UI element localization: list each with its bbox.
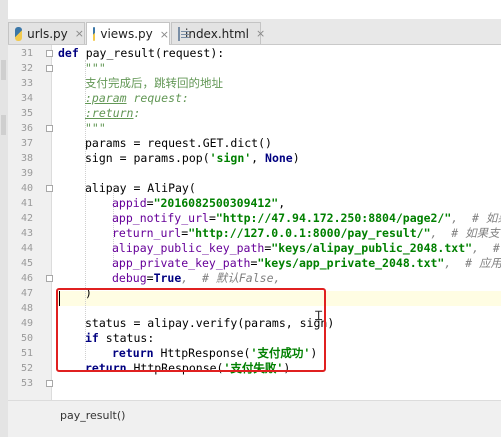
code-line: :param request:: [85, 91, 189, 105]
line-number: 33: [20, 78, 33, 89]
line-number: 32: [20, 63, 33, 74]
line-number: 40: [20, 183, 33, 194]
html-file-icon: [178, 26, 189, 41]
line-number: 50: [20, 333, 33, 344]
tool-strip-marker: [1, 60, 6, 80]
fold-marker-icon[interactable]: [46, 380, 53, 387]
line-number: 39: [20, 168, 33, 179]
line-number: 34: [20, 93, 33, 104]
editor-tab-bar: urls.py × views.py × index.html ×: [8, 19, 501, 45]
tab-label: views.py: [100, 27, 153, 41]
tab-label: urls.py: [27, 26, 68, 41]
highlight-annotation-box: [56, 288, 326, 372]
line-number: 44: [20, 243, 33, 254]
line-number: 48: [20, 303, 33, 314]
close-icon[interactable]: ×: [75, 27, 84, 40]
code-line: 支付完成后，跳转回的地址: [85, 76, 223, 90]
line-number: 52: [20, 363, 33, 374]
fold-marker-icon[interactable]: [46, 125, 53, 132]
close-icon[interactable]: ×: [256, 27, 265, 40]
tab-views-py[interactable]: views.py ×: [86, 22, 170, 45]
i-beam-cursor-icon: Ɪ: [315, 309, 323, 324]
line-number: 37: [20, 138, 33, 149]
line-number: 38: [20, 153, 33, 164]
code-line: """: [85, 121, 106, 135]
python-file-icon: [93, 27, 96, 41]
fold-marker-icon[interactable]: [46, 275, 53, 282]
line-number: 53: [20, 378, 33, 389]
line-number: 43: [20, 228, 33, 239]
line-number: 36: [20, 123, 33, 134]
line-number: 35: [20, 108, 33, 119]
line-number: 45: [20, 258, 33, 269]
code-line: """: [85, 61, 106, 75]
breadcrumb-item[interactable]: pay_result(): [60, 409, 125, 422]
line-number: 46: [20, 273, 33, 284]
code-line: app_private_key_path="keys/app_private_2…: [112, 256, 501, 270]
tab-urls-py[interactable]: urls.py ×: [8, 22, 85, 44]
code-line: debug=True, # 默认False,: [112, 271, 281, 285]
line-number: 49: [20, 318, 33, 329]
tab-index-html[interactable]: index.html ×: [171, 22, 265, 44]
code-line: sign = params.pop('sign', None): [85, 151, 300, 165]
code-line: def pay_result(request):: [58, 46, 225, 60]
code-line: params = request.GET.dict(): [85, 136, 272, 150]
code-line: :return:: [85, 106, 141, 120]
close-icon[interactable]: ×: [160, 28, 169, 41]
code-line: appid="2016082500309412",: [112, 196, 286, 210]
fold-marker-icon[interactable]: [46, 65, 53, 72]
line-number: 51: [20, 348, 33, 359]
line-number-gutter: 31 32 33 34 35 36 37 38 39 40 41 42 43 4…: [8, 45, 53, 400]
code-line: alipay = AliPay(: [85, 181, 196, 195]
code-line: app_notify_url="http://47.94.172.250:880…: [112, 211, 501, 225]
fold-marker-icon[interactable]: [46, 50, 53, 57]
tool-strip-marker: [1, 115, 6, 135]
code-line: return_url="http://127.0.0.1:8000/pay_re…: [112, 226, 501, 240]
breadcrumb[interactable]: pay_result(): [8, 400, 501, 437]
python-file-icon: [15, 26, 23, 41]
code-line: alipay_public_key_path="keys/alipay_publ…: [112, 241, 500, 255]
fold-marker-icon[interactable]: [46, 185, 53, 192]
left-tool-strip: [0, 0, 8, 437]
tab-label: index.html: [185, 26, 249, 41]
line-number: 41: [20, 198, 33, 209]
line-number: 31: [20, 48, 33, 59]
line-number: 42: [20, 213, 33, 224]
line-number: 47: [20, 288, 33, 299]
